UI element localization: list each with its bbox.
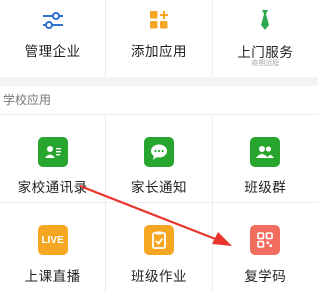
live-icon: LIVE	[37, 225, 68, 255]
add-app-button[interactable]: 添加应用	[106, 0, 213, 77]
home-school-contacts-label: 家校通讯录	[17, 180, 88, 196]
class-group-label: 班级群	[244, 180, 287, 196]
contact-card-icon	[37, 137, 68, 167]
sliders-icon	[41, 10, 65, 32]
tie-icon	[253, 9, 277, 31]
parent-notice-label: 家长通知	[130, 180, 187, 196]
section-title: 学校应用	[3, 93, 52, 107]
return-school-code-button[interactable]: 复学码	[213, 203, 318, 293]
manage-enterprise-label: 管理企业	[24, 44, 81, 60]
add-apps-icon	[147, 9, 171, 31]
chat-bubble-icon	[143, 137, 174, 167]
class-homework-button[interactable]: 班级作业	[106, 203, 213, 293]
school-apps-row-2: LIVE 上课直播 班级作业 复学码	[0, 203, 318, 293]
home-service-button[interactable]: 上门服务 疫期远程	[213, 0, 318, 77]
manage-enterprise-button[interactable]: 管理企业	[0, 0, 107, 77]
home-school-contacts-button[interactable]: 家校通讯录	[0, 115, 107, 202]
home-service-sublabel: 疫期远程	[251, 59, 280, 67]
live-class-label: 上课直播	[24, 269, 81, 285]
qr-code-icon	[250, 225, 281, 255]
top-apps-row: 管理企业 添加应用 上门服务 疫期远程	[0, 0, 318, 77]
section-gap	[0, 77, 318, 86]
class-group-button[interactable]: 班级群	[213, 115, 318, 202]
school-apps-row-1: 家校通讯录 家长通知 班级群	[0, 115, 318, 202]
return-school-code-label: 复学码	[244, 269, 287, 285]
group-icon	[250, 137, 281, 167]
class-homework-label: 班级作业	[130, 269, 187, 285]
add-app-label: 添加应用	[130, 44, 187, 60]
live-class-button[interactable]: LIVE 上课直播	[0, 203, 107, 293]
parent-notice-button[interactable]: 家长通知	[106, 115, 213, 202]
homework-icon	[143, 225, 174, 255]
